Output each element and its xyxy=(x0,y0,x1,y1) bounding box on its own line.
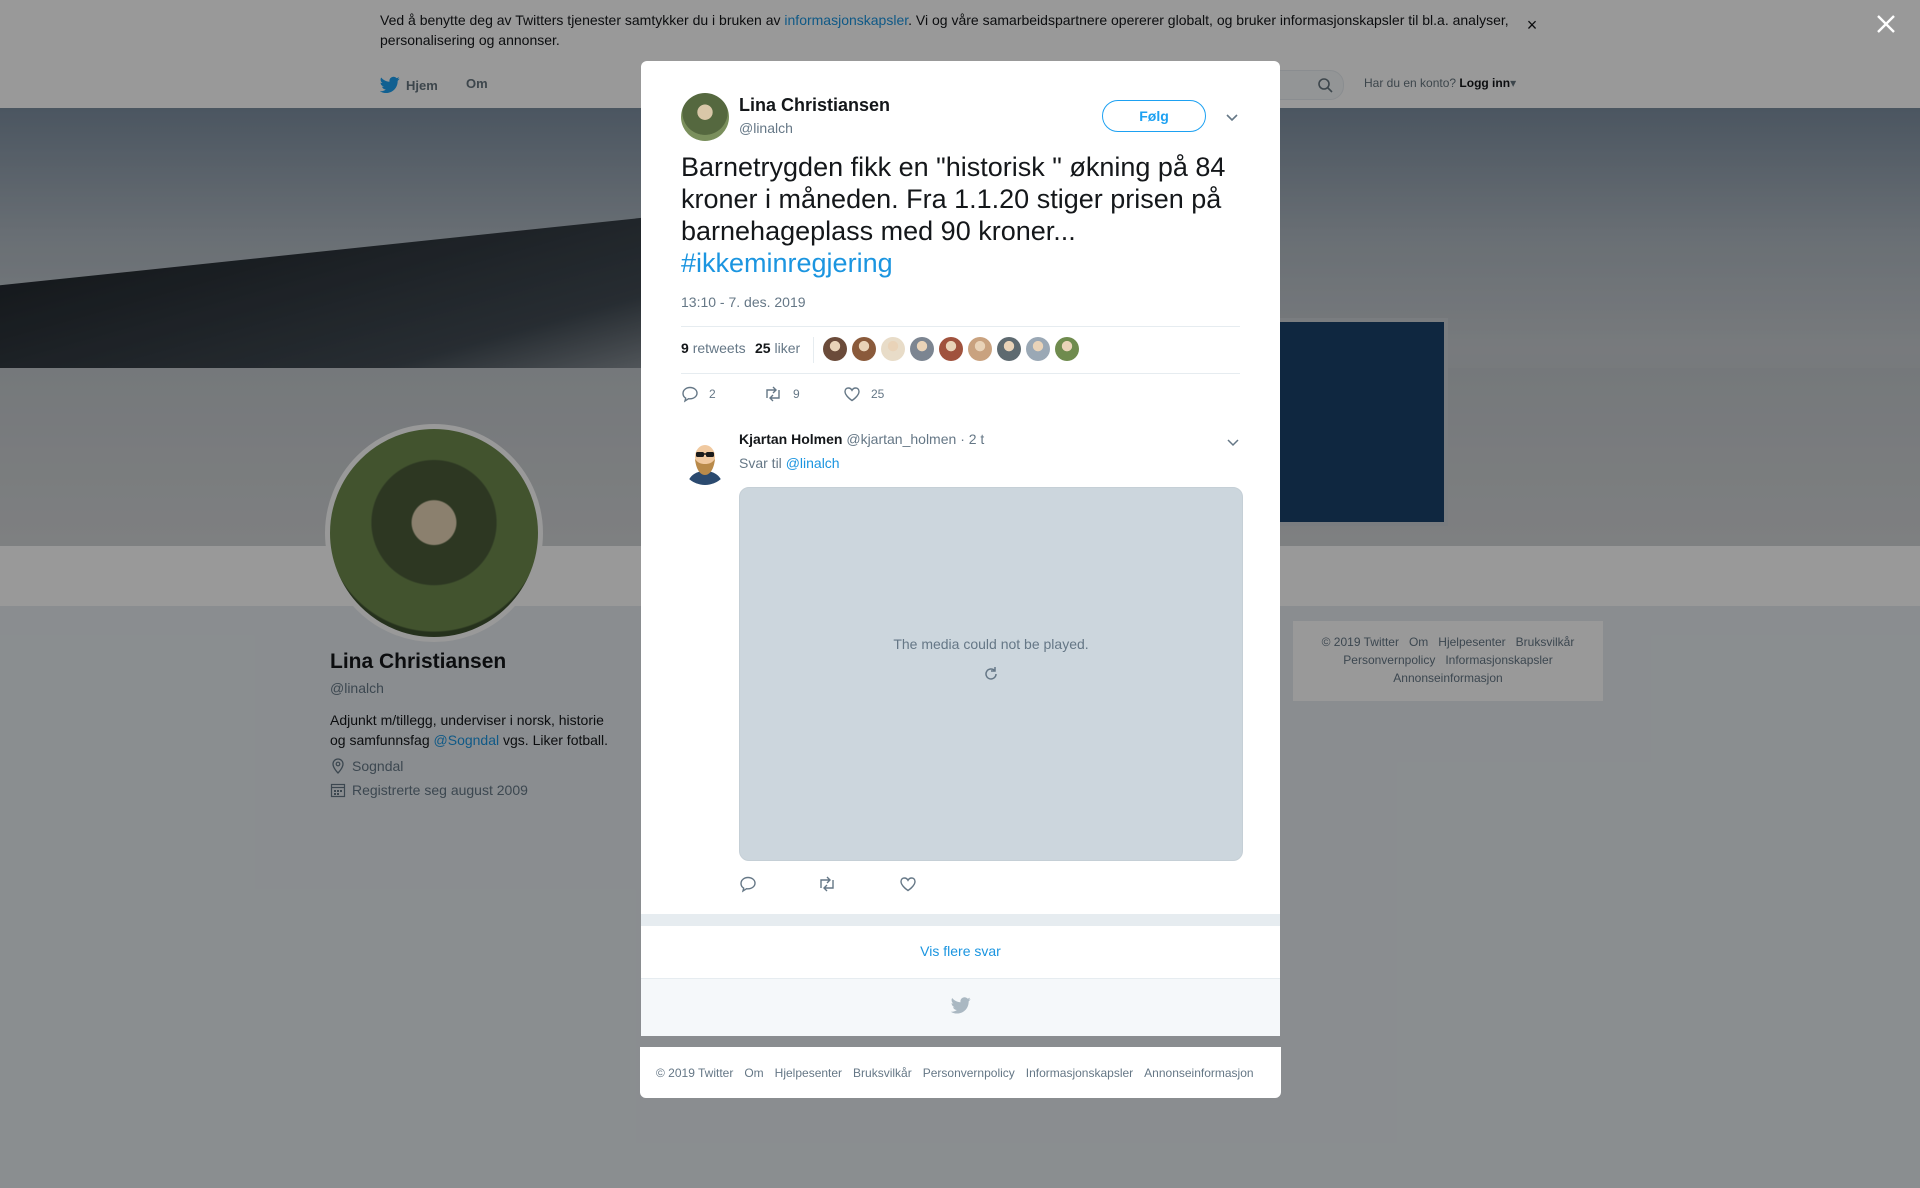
modal-footer-links: © 2019 Twitter Om Hjelpesenter Bruksvilk… xyxy=(640,1047,1281,1098)
tweet-author: Lina Christiansen @linalch Følg xyxy=(681,93,1240,143)
media-error-message: The media could not be played. xyxy=(893,636,1089,652)
liker-avatar[interactable] xyxy=(881,337,905,361)
reply-count: 2 xyxy=(709,387,716,401)
author-handle[interactable]: @linalch xyxy=(739,120,793,136)
stats-divider xyxy=(813,337,814,363)
author-name[interactable]: Lina Christiansen xyxy=(739,95,890,116)
retweet-stat[interactable]: 9 retweets xyxy=(681,340,746,356)
retweet-stat-count: 9 xyxy=(681,340,689,356)
liker-avatars xyxy=(823,337,1079,361)
retweet-count: 9 xyxy=(793,387,800,401)
like-button[interactable]: 25 xyxy=(843,385,884,403)
liker-avatar[interactable] xyxy=(910,337,934,361)
cartoon-avatar-illustration xyxy=(681,437,729,485)
author-avatar[interactable] xyxy=(681,93,729,141)
heart-icon xyxy=(844,387,860,402)
reply-header: Kjartan Holmen @kjartan_holmen · 2 t xyxy=(739,431,984,447)
reload-icon[interactable] xyxy=(981,664,1001,684)
reply-author-handle[interactable]: @kjartan_holmen xyxy=(846,431,956,447)
media-player[interactable]: The media could not be played. xyxy=(739,487,1243,861)
modal-footer-link-privacy[interactable]: Personvernpolicy xyxy=(923,1066,1015,1080)
like-stat-count: 25 xyxy=(755,340,771,356)
reply-to-line: Svar til @linalch xyxy=(739,455,840,471)
modal-footer-link-terms[interactable]: Bruksvilkår xyxy=(853,1066,912,1080)
show-more-replies-link[interactable]: Vis flere svar xyxy=(641,926,1280,979)
modal-footer-link-cookies[interactable]: Informasjonskapsler xyxy=(1026,1066,1133,1080)
reply-to-label: Svar til xyxy=(739,455,782,471)
modal-footer xyxy=(641,979,1280,1036)
modal-footer-link-ads[interactable]: Annonseinformasjon xyxy=(1144,1066,1253,1080)
tweet-text: Barnetrygden fikk en "historisk " økning… xyxy=(681,151,1246,279)
reply-author-name[interactable]: Kjartan Holmen xyxy=(739,431,842,447)
hashtag-link[interactable]: #ikkeminregjering xyxy=(681,247,1246,279)
like-stat[interactable]: 25 liker xyxy=(755,340,800,356)
follow-button[interactable]: Følg xyxy=(1102,100,1206,132)
retweet-stat-label: retweets xyxy=(692,340,746,356)
chevron-down-icon[interactable] xyxy=(1226,435,1240,449)
reply-to-mention[interactable]: @linalch xyxy=(786,455,840,471)
liker-avatar[interactable] xyxy=(939,337,963,361)
tweet-modal: Lina Christiansen @linalch Følg Barnetry… xyxy=(641,61,1280,1036)
like-stat-label: liker xyxy=(774,340,801,356)
liker-avatar[interactable] xyxy=(852,337,876,361)
liker-avatar[interactable] xyxy=(997,337,1021,361)
modal-footer-copyright[interactable]: © 2019 Twitter xyxy=(656,1066,733,1080)
twitter-bird-icon xyxy=(951,997,971,1014)
reply-button[interactable]: 2 xyxy=(681,385,716,403)
liker-avatar[interactable] xyxy=(1026,337,1050,361)
reply-avatar[interactable] xyxy=(681,437,729,485)
liker-avatar[interactable] xyxy=(1055,337,1079,361)
reply-icon xyxy=(682,386,698,403)
chevron-down-icon[interactable] xyxy=(1224,109,1240,125)
modal-footer-link-help[interactable]: Hjelpesenter xyxy=(775,1066,842,1080)
like-count: 25 xyxy=(871,387,885,401)
tweet-timestamp[interactable]: 13:10 - 7. des. 2019 xyxy=(681,294,806,310)
reply-age[interactable]: · 2 t xyxy=(960,431,984,447)
modal-footer-link-about[interactable]: Om xyxy=(744,1066,763,1080)
heart-icon[interactable] xyxy=(899,875,917,893)
retweet-button[interactable]: 9 xyxy=(763,385,800,403)
tweet-stats: 9 retweets 25 liker xyxy=(681,326,1240,374)
close-icon[interactable] xyxy=(1874,12,1898,36)
liker-avatar[interactable] xyxy=(968,337,992,361)
reply-icon[interactable] xyxy=(739,875,757,893)
retweet-icon xyxy=(766,386,780,402)
tweet-body: Barnetrygden fikk en "historisk " økning… xyxy=(681,152,1226,246)
liker-avatar[interactable] xyxy=(823,337,847,361)
modal-separator xyxy=(641,914,1280,926)
retweet-icon[interactable] xyxy=(817,875,837,893)
